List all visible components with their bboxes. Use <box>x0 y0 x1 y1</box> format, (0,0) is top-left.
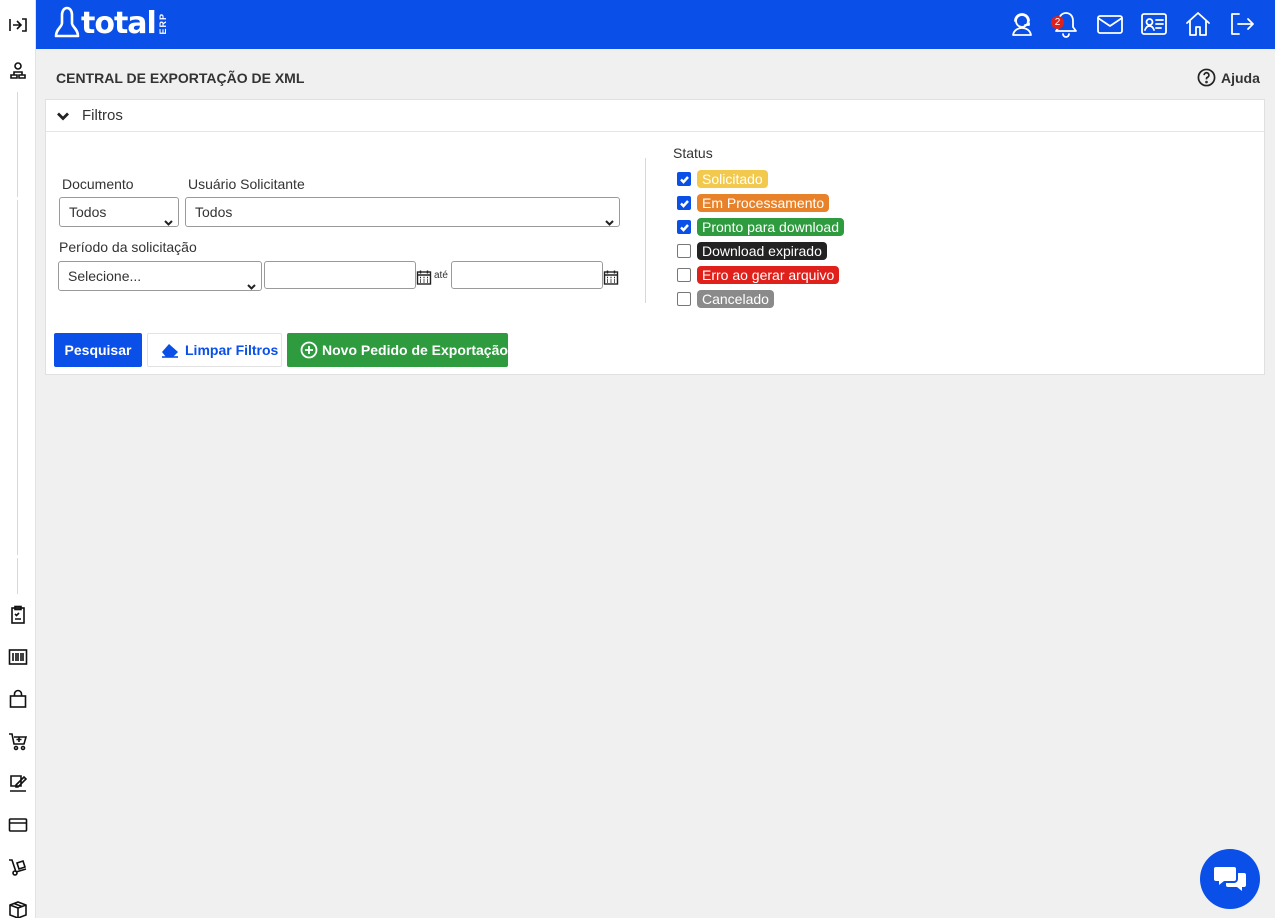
status-badge: Solicitado <box>697 170 768 188</box>
date-to-input[interactable] <box>451 261 603 289</box>
home-icon[interactable] <box>1181 7 1215 41</box>
eraser-icon <box>162 344 178 358</box>
clear-filters-button[interactable]: Limpar Filtros <box>147 333 282 367</box>
contact-card-icon[interactable] <box>1137 7 1171 41</box>
documento-label: Documento <box>62 176 134 192</box>
totalerp-logo[interactable]: total ERP <box>51 6 168 42</box>
status-option[interactable]: Pronto para download <box>677 217 844 237</box>
status-label: Status <box>673 145 713 161</box>
status-option[interactable]: Erro ao gerar arquivo <box>677 265 840 285</box>
pin-sidebar-icon[interactable] <box>7 14 29 36</box>
left-sidebar <box>0 0 36 918</box>
clipboard-icon[interactable] <box>7 604 29 626</box>
usuario-select[interactable]: Todos <box>185 197 620 227</box>
help-label: Ajuda <box>1221 69 1260 86</box>
barcode-icon[interactable] <box>7 646 29 668</box>
status-checkbox[interactable] <box>677 172 691 186</box>
filters-panel: Filtros Documento Todos Usuário Solicita… <box>45 99 1265 375</box>
status-badge: Em Processamento <box>697 194 830 212</box>
chat-bubbles-icon <box>1214 867 1246 891</box>
chevron-down-icon <box>57 112 69 120</box>
periodo-label: Período da solicitação <box>59 239 197 255</box>
support-agent-icon[interactable] <box>1005 7 1039 41</box>
usuario-label: Usuário Solicitante <box>188 176 305 192</box>
shopping-bag-icon[interactable] <box>7 688 29 710</box>
chevron-down-icon <box>247 272 256 290</box>
chevron-down-icon <box>605 208 614 226</box>
ate-label: até <box>434 270 448 281</box>
status-option[interactable]: Em Processamento <box>677 193 830 213</box>
filters-title: Filtros <box>82 107 123 124</box>
package-icon[interactable] <box>7 898 29 918</box>
status-checkbox[interactable] <box>677 244 691 258</box>
search-button-label: Pesquisar <box>64 342 132 358</box>
status-checkbox[interactable] <box>677 292 691 306</box>
clear-filters-label: Limpar Filtros <box>185 342 279 358</box>
status-option[interactable]: Cancelado <box>677 289 774 309</box>
periodo-select[interactable]: Selecione... <box>58 261 262 291</box>
chat-button[interactable] <box>1200 849 1260 909</box>
status-badge: Erro ao gerar arquivo <box>697 266 840 284</box>
signature-icon[interactable] <box>7 772 29 794</box>
mail-icon[interactable] <box>1093 7 1127 41</box>
help-circle-icon <box>1197 68 1216 87</box>
check-icon <box>679 223 689 232</box>
usuario-select-value: Todos <box>195 204 233 220</box>
check-icon <box>679 175 689 184</box>
status-badge: Cancelado <box>697 290 774 308</box>
logo-bell-icon <box>54 6 80 38</box>
status-badge: Pronto para download <box>697 218 844 236</box>
new-export-request-label: Novo Pedido de Exportação <box>322 342 508 358</box>
filters-divider <box>645 158 646 303</box>
notifications-bell-icon[interactable]: 2 <box>1049 7 1083 41</box>
sidebar-divider <box>17 92 18 197</box>
hand-truck-icon[interactable] <box>7 856 29 878</box>
top-icons: 2 <box>995 7 1259 41</box>
page-title: CENTRAL DE EXPORTAÇÃO DE XML <box>56 70 305 86</box>
status-checkbox[interactable] <box>677 196 691 210</box>
notification-count-badge: 2 <box>1051 16 1064 29</box>
sidebar-divider <box>17 558 18 594</box>
credit-card-icon[interactable] <box>7 814 29 836</box>
cart-icon[interactable] <box>7 730 29 752</box>
filters-toggle[interactable]: Filtros <box>46 100 1264 132</box>
status-checkbox[interactable] <box>677 220 691 234</box>
logo-text: total <box>81 6 157 41</box>
search-button[interactable]: Pesquisar <box>54 333 142 367</box>
sidebar-divider <box>17 200 18 555</box>
plus-circle-icon <box>300 341 318 359</box>
check-icon <box>679 199 689 208</box>
date-from-input[interactable] <box>264 261 416 289</box>
documento-select[interactable]: Todos <box>59 197 179 227</box>
status-checkbox[interactable] <box>677 268 691 282</box>
calendar-icon[interactable] <box>603 269 619 285</box>
status-badge: Download expirado <box>697 242 827 260</box>
calendar-icon[interactable] <box>416 269 432 285</box>
new-export-request-button[interactable]: Novo Pedido de Exportação <box>287 333 508 367</box>
status-option[interactable]: Solicitado <box>677 169 768 189</box>
top-navbar: total ERP 2 <box>36 0 1275 49</box>
help-link[interactable]: Ajuda <box>1197 68 1260 87</box>
periodo-select-value: Selecione... <box>68 268 142 284</box>
documento-select-value: Todos <box>69 204 107 220</box>
users-icon[interactable] <box>7 60 29 82</box>
logout-icon[interactable] <box>1225 7 1259 41</box>
status-option[interactable]: Download expirado <box>677 241 827 261</box>
logo-suffix: ERP <box>157 13 168 35</box>
chevron-down-icon <box>164 208 173 226</box>
